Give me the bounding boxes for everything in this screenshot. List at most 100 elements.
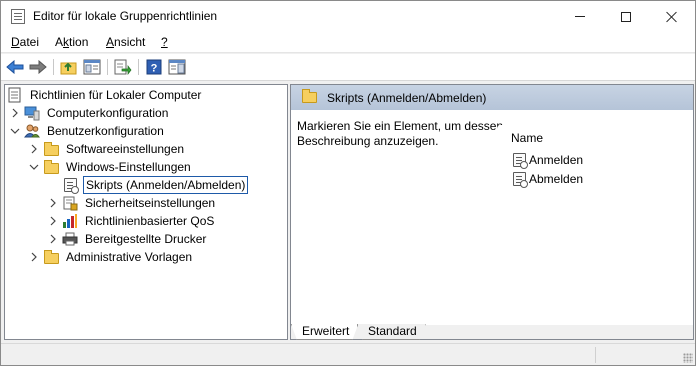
menu-aktion[interactable]: Aktion [55, 35, 88, 49]
tree-item-label: Benutzerkonfiguration [47, 124, 164, 138]
resize-grip-icon[interactable] [683, 353, 693, 363]
toolbar: ? [1, 54, 695, 81]
toolbar-separator [53, 59, 54, 75]
tree-pane[interactable]: Richtlinien für Lokaler Computer Compute… [4, 84, 288, 340]
tree-item-skripts[interactable]: Skripts (Anmelden/Abmelden) [62, 176, 249, 194]
menu-datei-label: atei [19, 35, 40, 49]
tree-item-label-selected: Skripts (Anmelden/Abmelden) [83, 176, 249, 194]
menu-aktion-pre: A [55, 35, 64, 49]
show-hide-tree-icon [83, 59, 101, 75]
close-icon [666, 11, 678, 23]
details-header-title: Skripts (Anmelden/Abmelden) [327, 91, 487, 105]
script-icon [511, 171, 528, 188]
toolbar-separator [138, 59, 139, 75]
menu-aktion-label: tion [69, 35, 89, 49]
tree-item-sicherheitseinstellungen[interactable]: Sicherheitseinstellungen [47, 194, 217, 212]
svg-text:?: ? [151, 63, 158, 75]
details-list[interactable]: Name Anmelden Abmelden [497, 125, 693, 325]
tab-standard[interactable]: Standard [357, 324, 426, 340]
back-arrow-icon [6, 60, 24, 74]
tree-item-windows-einstellungen[interactable]: Windows-Einstellungen [28, 158, 193, 176]
tree-root-label: Richtlinien für Lokaler Computer [30, 88, 202, 102]
export-list-button[interactable] [113, 57, 133, 77]
list-item-anmelden[interactable]: Anmelden [511, 151, 583, 169]
tree-item-benutzerkonfiguration[interactable]: Benutzerkonfiguration [9, 122, 166, 140]
export-list-icon [114, 59, 132, 75]
chevron-down-icon[interactable] [9, 122, 21, 140]
tree-item-softwareeinstellungen[interactable]: Softwareeinstellungen [28, 140, 186, 158]
title-bar[interactable]: Editor für lokale Gruppenrichtlinien [1, 1, 695, 32]
window-title: Editor für lokale Gruppenrichtlinien [33, 9, 218, 23]
status-bar [1, 343, 695, 365]
printer-icon [62, 231, 78, 247]
chevron-right-icon[interactable] [47, 212, 59, 230]
menu-bar: Datei Aktion Ansicht ? [1, 32, 695, 53]
list-item-label: Anmelden [529, 153, 584, 167]
chevron-right-icon[interactable] [47, 230, 59, 248]
chevron-right-icon[interactable] [47, 194, 59, 212]
up-folder-icon [60, 62, 77, 75]
chevron-down-icon[interactable] [28, 158, 40, 176]
properties-pane-icon [168, 59, 186, 75]
menu-help-accel: ? [161, 35, 168, 49]
details-pane: Skripts (Anmelden/Abmelden) Markieren Si… [290, 84, 694, 340]
folder-open-icon [43, 159, 59, 175]
maximize-button[interactable] [603, 1, 649, 32]
tree-root[interactable]: Richtlinien für Lokaler Computer [7, 86, 203, 104]
minimize-icon [575, 16, 585, 17]
minimize-button[interactable] [557, 1, 603, 32]
chevron-right-icon[interactable] [28, 140, 40, 158]
properties-pane-button[interactable] [167, 57, 187, 77]
forward-button[interactable] [28, 57, 48, 77]
list-item-label: Abmelden [529, 172, 584, 186]
script-icon [511, 152, 528, 169]
help-icon: ? [146, 59, 162, 75]
tree-item-drucker[interactable]: Bereitgestellte Drucker [47, 230, 208, 248]
details-description: Markieren Sie ein Element, um dessen Bes… [297, 119, 504, 148]
details-body: Markieren Sie ein Element, um dessen Bes… [291, 110, 693, 325]
tree-item-administrative-vorlagen[interactable]: Administrative Vorlagen [28, 248, 194, 266]
tree-item-label: Windows-Einstellungen [66, 160, 191, 174]
security-settings-icon [62, 195, 78, 211]
toolbar-separator [107, 59, 108, 75]
show-hide-tree-button[interactable] [82, 57, 102, 77]
column-header-name[interactable]: Name [511, 131, 543, 145]
tab-erweitert[interactable]: Erweitert [291, 324, 358, 340]
tree-item-label: Softwareeinstellungen [66, 142, 185, 156]
details-header: Skripts (Anmelden/Abmelden) [291, 85, 693, 110]
tree-item-label: Computerkonfiguration [47, 106, 169, 120]
tree-item-label: Administrative Vorlagen [66, 250, 193, 264]
bar-chart-icon [62, 213, 78, 229]
folder-icon [43, 249, 59, 265]
view-tabs: Erweitert Standard [291, 325, 693, 339]
back-button[interactable] [5, 57, 25, 77]
menu-ansicht-label: nsicht [114, 35, 146, 49]
policy-document-icon [7, 87, 23, 103]
chevron-right-icon[interactable] [9, 104, 21, 122]
menu-datei-accel: D [11, 35, 20, 49]
chevron-right-icon[interactable] [28, 248, 40, 266]
list-item-abmelden[interactable]: Abmelden [511, 170, 583, 188]
menu-help[interactable]: ? [161, 35, 168, 49]
up-one-level-button[interactable] [59, 57, 79, 77]
folder-icon [43, 141, 59, 157]
folder-icon [302, 89, 317, 103]
menu-ansicht[interactable]: Ansicht [106, 35, 145, 49]
script-icon [62, 177, 79, 194]
tree-item-computerkonfiguration[interactable]: Computerkonfiguration [9, 104, 170, 122]
computer-icon [24, 105, 40, 121]
tree-item-qos[interactable]: Richtlinienbasierter QoS [47, 212, 216, 230]
help-button[interactable]: ? [144, 57, 164, 77]
menu-ansicht-accel: A [106, 35, 115, 49]
tree-item-label: Bereitgestellte Drucker [85, 232, 207, 246]
status-cell [595, 347, 596, 363]
main-window: Editor für lokale Gruppenrichtlinien Dat… [0, 0, 696, 366]
close-button[interactable] [649, 1, 695, 32]
app-icon [11, 9, 25, 24]
maximize-icon [621, 11, 631, 22]
forward-arrow-icon [29, 60, 47, 74]
menu-datei[interactable]: Datei [11, 35, 39, 49]
tree-item-label: Richtlinienbasierter QoS [85, 214, 215, 228]
users-icon [24, 123, 40, 139]
tree-item-label: Sicherheitseinstellungen [85, 196, 216, 210]
